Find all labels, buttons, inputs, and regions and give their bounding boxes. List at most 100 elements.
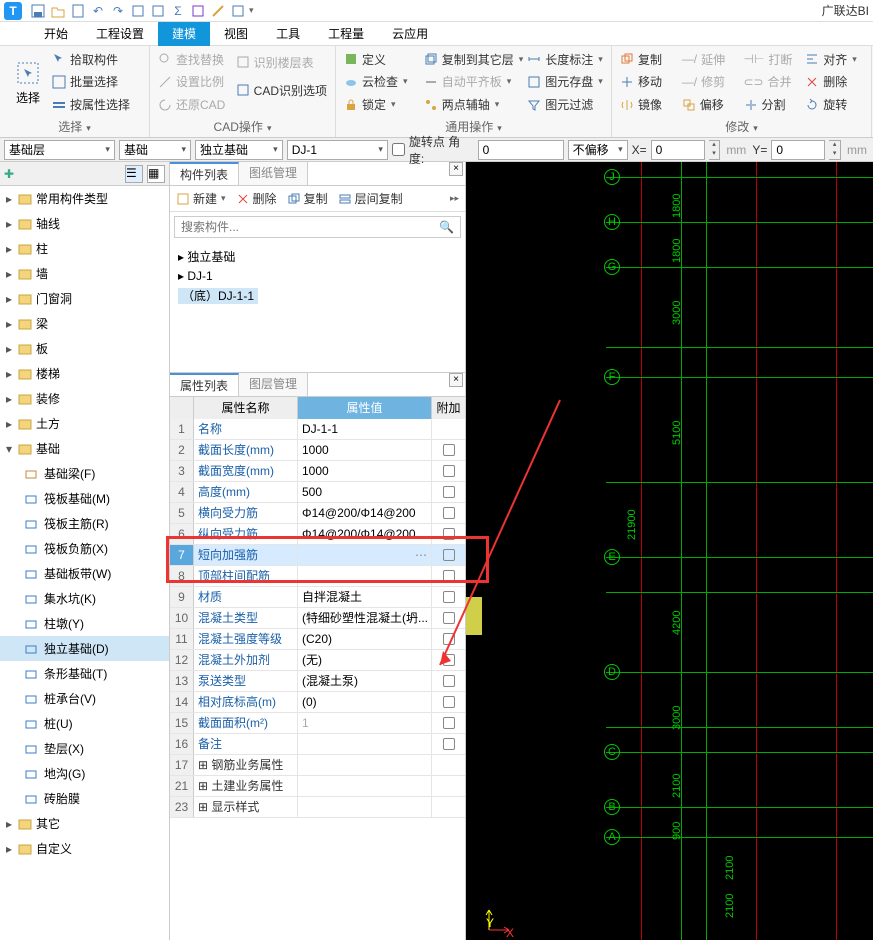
search-box[interactable]: 🔍: [174, 216, 461, 238]
new-icon[interactable]: [69, 2, 87, 20]
nav-group[interactable]: ▸常用构件类型: [0, 186, 169, 211]
tab-drawings[interactable]: 图纸管理: [239, 162, 308, 185]
offset[interactable]: 偏移: [680, 95, 742, 114]
property-row[interactable]: 6纵向受力筋Φ14@200/Φ14@200: [170, 524, 465, 545]
tree-root[interactable]: ▸ 独立基础: [178, 246, 457, 267]
split[interactable]: 分割: [742, 95, 804, 114]
identify-floor[interactable]: 识别楼层表: [234, 53, 329, 72]
undo-icon[interactable]: ↶: [89, 2, 107, 20]
checkbox[interactable]: [443, 738, 455, 750]
nav-add-icon[interactable]: ✚: [4, 167, 14, 181]
copy-button[interactable]: 复制: [287, 190, 328, 207]
checkbox[interactable]: [443, 444, 455, 456]
nav-group[interactable]: ▸梁: [0, 311, 169, 336]
menu-model[interactable]: 建模: [158, 22, 210, 46]
rotation-check[interactable]: [392, 143, 405, 156]
mirror[interactable]: 镜像: [618, 95, 680, 114]
offset-select[interactable]: 不偏移▾: [568, 140, 628, 160]
pick-component[interactable]: 拾取构件: [50, 50, 143, 69]
nav-item[interactable]: 基础梁(F): [0, 461, 169, 486]
search-icon[interactable]: 🔍: [433, 220, 460, 234]
nav-group[interactable]: ▸门窗洞: [0, 286, 169, 311]
property-row[interactable]: 21⊞ 土建业务属性: [170, 776, 465, 797]
move[interactable]: 移动: [618, 72, 680, 91]
checkbox[interactable]: [443, 465, 455, 477]
nav-item[interactable]: 独立基础(D): [0, 636, 169, 661]
auto-level[interactable]: 自动平齐板▾: [422, 72, 526, 91]
tree-leaf[interactable]: （底）DJ-1-1: [178, 285, 457, 306]
nav-item[interactable]: 筏板负筋(X): [0, 536, 169, 561]
tree-child[interactable]: ▸ DJ-1: [178, 267, 457, 285]
property-row[interactable]: 16备注: [170, 734, 465, 755]
break[interactable]: ⊣⊢打断: [742, 50, 804, 69]
menu-tools[interactable]: 工具: [262, 22, 314, 46]
cad-options[interactable]: CAD识别选项: [234, 81, 329, 100]
property-row[interactable]: 8顶部柱间配筋: [170, 566, 465, 587]
property-row[interactable]: 7短向加强筋 ⋯: [170, 545, 465, 566]
property-row[interactable]: 5横向受力筋Φ14@200/Φ14@200: [170, 503, 465, 524]
nav-item[interactable]: 筏板主筋(R): [0, 511, 169, 536]
cloud-check[interactable]: 云检查▾: [342, 72, 422, 91]
property-row[interactable]: 9材质自拌混凝土: [170, 587, 465, 608]
nav-group[interactable]: ▸楼梯: [0, 361, 169, 386]
select-button[interactable]: 选择: [6, 48, 50, 116]
close-icon[interactable]: ×: [449, 373, 463, 387]
rotation-input[interactable]: [478, 140, 564, 160]
element-filter[interactable]: 图元过滤: [525, 95, 605, 114]
search-input[interactable]: [175, 220, 433, 234]
property-row[interactable]: 14相对底标高(m)(0): [170, 692, 465, 713]
close-icon[interactable]: ×: [449, 162, 463, 176]
nav-item[interactable]: 桩承台(V): [0, 686, 169, 711]
menu-cloud[interactable]: 云应用: [378, 22, 442, 46]
find-replace[interactable]: 查找替换: [156, 50, 234, 69]
property-row[interactable]: 11混凝土强度等级(C20): [170, 629, 465, 650]
checkbox[interactable]: [443, 486, 455, 498]
nav-item[interactable]: 砖胎膜: [0, 786, 169, 811]
set-scale[interactable]: 设置比例: [156, 72, 234, 91]
checkbox[interactable]: [443, 696, 455, 708]
nav-item[interactable]: 地沟(G): [0, 761, 169, 786]
property-row[interactable]: 1名称DJ-1-1: [170, 419, 465, 440]
nav-group[interactable]: ▸轴线: [0, 211, 169, 236]
nav-group[interactable]: ▸土方: [0, 411, 169, 436]
instance-select[interactable]: DJ-1▾: [287, 140, 388, 160]
new-button[interactable]: 新建▾: [176, 190, 226, 207]
define[interactable]: 定义: [342, 50, 422, 69]
nav-item[interactable]: 条形基础(T): [0, 661, 169, 686]
nav-group[interactable]: ▾基础: [0, 436, 169, 461]
rotate[interactable]: 旋转: [803, 95, 865, 114]
nav-group[interactable]: ▸装修: [0, 386, 169, 411]
category-select[interactable]: 基础▾: [119, 140, 191, 160]
menu-start[interactable]: 开始: [30, 22, 82, 46]
property-row[interactable]: 15截面面积(m²)1: [170, 713, 465, 734]
copy[interactable]: 复制: [618, 50, 680, 69]
nav-group[interactable]: ▸柱: [0, 236, 169, 261]
checkbox[interactable]: [443, 549, 455, 561]
tab-components[interactable]: 构件列表: [170, 162, 239, 185]
open-icon[interactable]: [49, 2, 67, 20]
two-point-axis[interactable]: 两点辅轴▾: [422, 95, 526, 114]
tab-layers[interactable]: 图层管理: [239, 373, 308, 396]
select-by-prop[interactable]: 按属性选择: [50, 95, 143, 114]
delete-button[interactable]: 删除: [236, 190, 277, 207]
nav-group[interactable]: ▸墙: [0, 261, 169, 286]
nav-group[interactable]: ▸其它: [0, 811, 169, 836]
element-save[interactable]: 图元存盘▾: [525, 72, 605, 91]
tool4-icon[interactable]: [229, 2, 247, 20]
nav-view1[interactable]: ☰: [125, 165, 143, 183]
checkbox[interactable]: [443, 591, 455, 603]
property-row[interactable]: 10混凝土类型(特细砂塑性混凝土(坍...: [170, 608, 465, 629]
tool2-icon[interactable]: [149, 2, 167, 20]
toolbar-more[interactable]: ▸▸: [450, 193, 459, 204]
property-row[interactable]: 12混凝土外加剂(无): [170, 650, 465, 671]
floor-copy-button[interactable]: 层间复制: [338, 190, 403, 207]
checkbox[interactable]: [443, 507, 455, 519]
menu-quantity[interactable]: 工程量: [314, 22, 378, 46]
property-row[interactable]: 4高度(mm)500: [170, 482, 465, 503]
x-input[interactable]: [651, 140, 705, 160]
property-row[interactable]: 13泵送类型(混凝土泵): [170, 671, 465, 692]
checkbox[interactable]: [443, 633, 455, 645]
property-row[interactable]: 2截面长度(mm)1000: [170, 440, 465, 461]
nav-item[interactable]: 集水坑(K): [0, 586, 169, 611]
type-select[interactable]: 独立基础▾: [195, 140, 283, 160]
